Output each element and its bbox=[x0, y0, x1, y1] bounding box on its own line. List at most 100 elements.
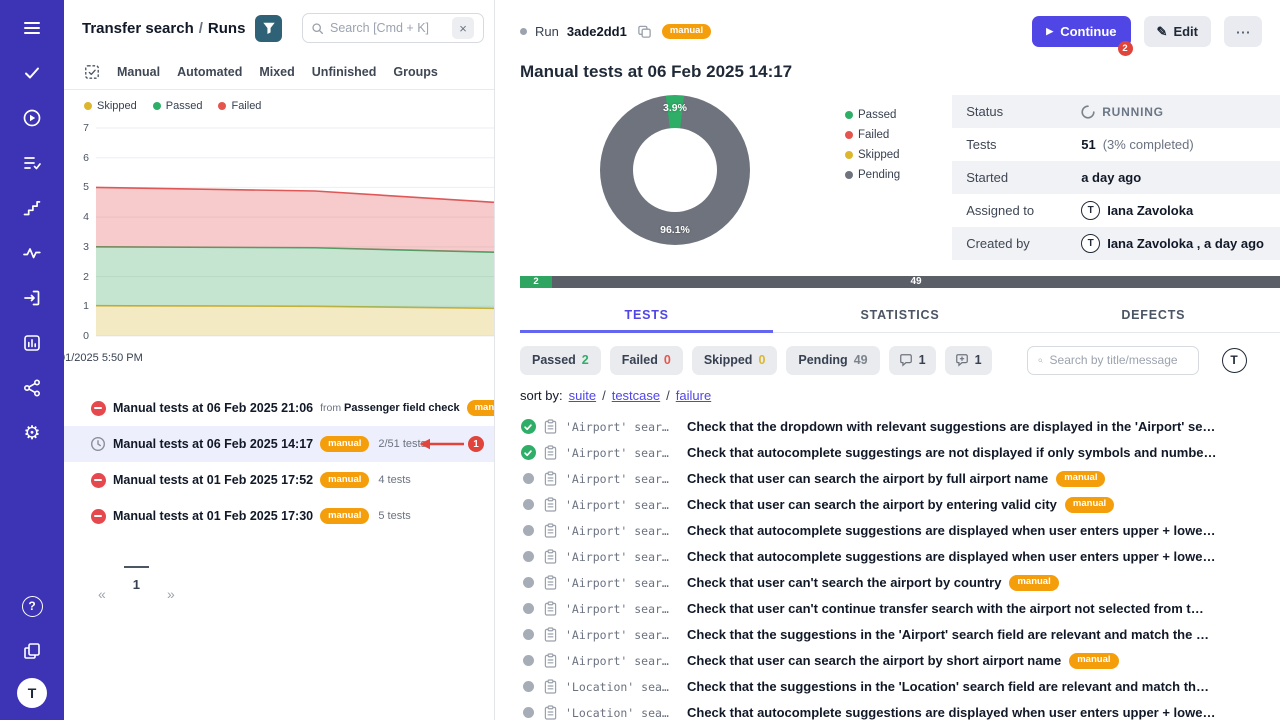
testcase-clipboard-icon bbox=[544, 471, 557, 486]
activity-pulse-icon[interactable] bbox=[14, 235, 50, 271]
annotation-marker: 1 bbox=[418, 436, 484, 452]
test-title: Check that user can't continue transfer … bbox=[687, 601, 1204, 616]
run-detail-tab[interactable]: STATISTICS bbox=[773, 298, 1026, 333]
test-list-item[interactable]: 'Airport' sear… Check that autocomplete … bbox=[520, 544, 1280, 570]
results-counter-button[interactable]: 1 bbox=[945, 346, 992, 375]
chart-legend-item[interactable]: Passed bbox=[153, 100, 203, 112]
run-running-clock-icon bbox=[90, 436, 106, 452]
test-list-item[interactable]: 'Airport' sear… Check that user can sear… bbox=[520, 466, 1280, 492]
milestones-steps-icon[interactable] bbox=[14, 190, 50, 226]
status-filter-button[interactable]: Passed 2 bbox=[520, 346, 601, 375]
chart-y-axis: 01234567 bbox=[64, 118, 96, 350]
manual-badge: manual bbox=[320, 508, 369, 524]
reports-chart-icon[interactable] bbox=[14, 325, 50, 361]
runs-search-input[interactable] bbox=[330, 21, 446, 35]
runs-play-icon[interactable] bbox=[14, 100, 50, 136]
run-list-item[interactable]: Manual tests at 01 Feb 2025 17:30 manual… bbox=[64, 498, 494, 534]
test-list-item[interactable]: 'Airport' sear… Check that the dropdown … bbox=[520, 414, 1280, 440]
select-all-icon[interactable] bbox=[84, 64, 100, 80]
comments-counter-button[interactable]: 1 bbox=[889, 346, 936, 375]
sort-option-link[interactable]: testcase bbox=[612, 388, 660, 403]
runs-filter-tabs: Manual Automated Mixed Unfinished Groups bbox=[64, 54, 494, 90]
test-title: Check that autocomplete suggestings are … bbox=[687, 445, 1216, 460]
runs-tab[interactable]: Mixed bbox=[259, 65, 294, 79]
run-title: Manual tests at 01 Feb 2025 17:52 bbox=[113, 473, 313, 487]
test-pending-icon bbox=[523, 707, 534, 718]
sort-separator: / bbox=[666, 388, 670, 403]
projects-copy-icon[interactable] bbox=[14, 633, 50, 669]
tests-search-input[interactable] bbox=[1050, 353, 1188, 367]
info-row: Assigned to T Iana Zavoloka bbox=[952, 194, 1280, 227]
run-tests-count: 5 tests bbox=[378, 510, 410, 522]
legend-dot bbox=[845, 151, 853, 159]
test-suite-name: 'Airport' sear… bbox=[565, 524, 679, 538]
edit-button[interactable]: ✎ Edit bbox=[1144, 16, 1211, 47]
test-suite-name: 'Location' sea… bbox=[565, 706, 679, 720]
sign-in-icon[interactable] bbox=[14, 280, 50, 316]
runs-tab[interactable]: Unfinished bbox=[312, 65, 377, 79]
status-filter-button[interactable]: Pending 49 bbox=[786, 346, 879, 375]
sort-option-link[interactable]: failure bbox=[676, 388, 711, 403]
test-list-item[interactable]: 'Airport' sear… Check that user can sear… bbox=[520, 492, 1280, 518]
more-actions-button[interactable]: ⋯ bbox=[1224, 16, 1262, 47]
test-list-item[interactable]: 'Location' sea… Check that autocomplete … bbox=[520, 700, 1280, 720]
assignee-filter-avatar[interactable]: T bbox=[1222, 348, 1247, 373]
copy-run-id-button[interactable] bbox=[635, 22, 654, 41]
runs-tab[interactable]: Manual bbox=[117, 65, 160, 79]
test-list-item[interactable]: 'Airport' sear… Check that user can sear… bbox=[520, 648, 1280, 674]
info-row: Tests 51 (3% completed) bbox=[952, 128, 1280, 161]
test-list-item[interactable]: 'Airport' sear… Check that user can't co… bbox=[520, 596, 1280, 622]
filter-button[interactable] bbox=[255, 15, 282, 42]
sort-option-link[interactable]: suite bbox=[569, 388, 596, 403]
test-suite-name: 'Airport' sear… bbox=[565, 420, 679, 434]
help-icon[interactable]: ? bbox=[14, 588, 50, 624]
legend-dot bbox=[845, 111, 853, 119]
run-detail-tab[interactable]: DEFECTS bbox=[1027, 298, 1280, 333]
page-number[interactable]: 1 bbox=[124, 566, 149, 592]
legend-label: Failed bbox=[858, 129, 889, 141]
test-title: Check that autocomplete suggestions are … bbox=[687, 549, 1215, 564]
progress-passed-segment: 2 bbox=[520, 276, 552, 288]
test-title: Check that autocomplete suggestions are … bbox=[687, 523, 1215, 538]
filter-count: 2 bbox=[582, 353, 589, 367]
run-list-item[interactable]: Manual tests at 01 Feb 2025 17:52 manual… bbox=[64, 462, 494, 498]
next-page-button[interactable]: » bbox=[161, 576, 181, 602]
testcase-clipboard-icon bbox=[544, 523, 557, 538]
manual-badge: manual bbox=[467, 400, 495, 416]
run-actions: ▶ Continue 2 ✎ Edit ⋯ bbox=[1032, 16, 1262, 47]
test-plans-icon[interactable] bbox=[14, 145, 50, 181]
run-list-item[interactable]: Manual tests at 06 Feb 2025 14:17 manual… bbox=[64, 426, 494, 462]
test-list-item[interactable]: 'Airport' sear… Check that autocomplete … bbox=[520, 440, 1280, 466]
run-tests-count: 4 tests bbox=[378, 474, 410, 486]
menu-icon[interactable] bbox=[14, 10, 50, 46]
run-detail-tab[interactable]: TESTS bbox=[520, 298, 773, 333]
user-avatar[interactable]: T bbox=[17, 678, 47, 708]
test-pending-icon bbox=[523, 499, 534, 510]
test-list-item[interactable]: 'Airport' sear… Check that autocomplete … bbox=[520, 518, 1280, 544]
chart-legend-item[interactable]: Failed bbox=[218, 100, 261, 112]
status-filters: Passed 2 Failed 0 Skipped 0 Pending bbox=[520, 346, 880, 375]
settings-gear-icon[interactable]: ⚙ bbox=[14, 415, 50, 451]
status-filter-button[interactable]: Skipped 0 bbox=[692, 346, 778, 375]
test-suite-name: 'Airport' sear… bbox=[565, 602, 679, 616]
runs-tab[interactable]: Automated bbox=[177, 65, 242, 79]
test-list-item[interactable]: 'Location' sea… Check that the suggestio… bbox=[520, 674, 1280, 700]
status-filter-button[interactable]: Failed 0 bbox=[610, 346, 683, 375]
integrations-nodes-icon[interactable] bbox=[14, 370, 50, 406]
runs-tab[interactable]: Groups bbox=[393, 65, 437, 79]
prev-page-button[interactable]: « bbox=[92, 576, 112, 602]
test-list-item[interactable]: 'Airport' sear… Check that user can't se… bbox=[520, 570, 1280, 596]
continue-button[interactable]: ▶ Continue 2 bbox=[1032, 16, 1130, 47]
completion-donut-wrap: 3.9% 96.1% bbox=[600, 95, 750, 245]
testcase-clipboard-icon bbox=[544, 549, 557, 564]
info-label: Status bbox=[966, 104, 1081, 119]
test-title: Check that the suggestions in the 'Locat… bbox=[687, 679, 1209, 694]
test-list-item[interactable]: 'Airport' sear… Check that the suggestio… bbox=[520, 622, 1280, 648]
run-list-item[interactable]: Manual tests at 06 Feb 2025 21:06 from P… bbox=[64, 390, 494, 426]
chart-legend-item[interactable]: Skipped bbox=[84, 100, 137, 112]
suites-check-icon[interactable] bbox=[14, 55, 50, 91]
clear-search-button[interactable]: × bbox=[452, 17, 474, 39]
sidebar-bottom-group: ? T bbox=[14, 588, 50, 708]
breadcrumb-project[interactable]: Transfer search bbox=[82, 20, 194, 37]
run-title: Manual tests at 06 Feb 2025 14:17 bbox=[520, 62, 1280, 82]
